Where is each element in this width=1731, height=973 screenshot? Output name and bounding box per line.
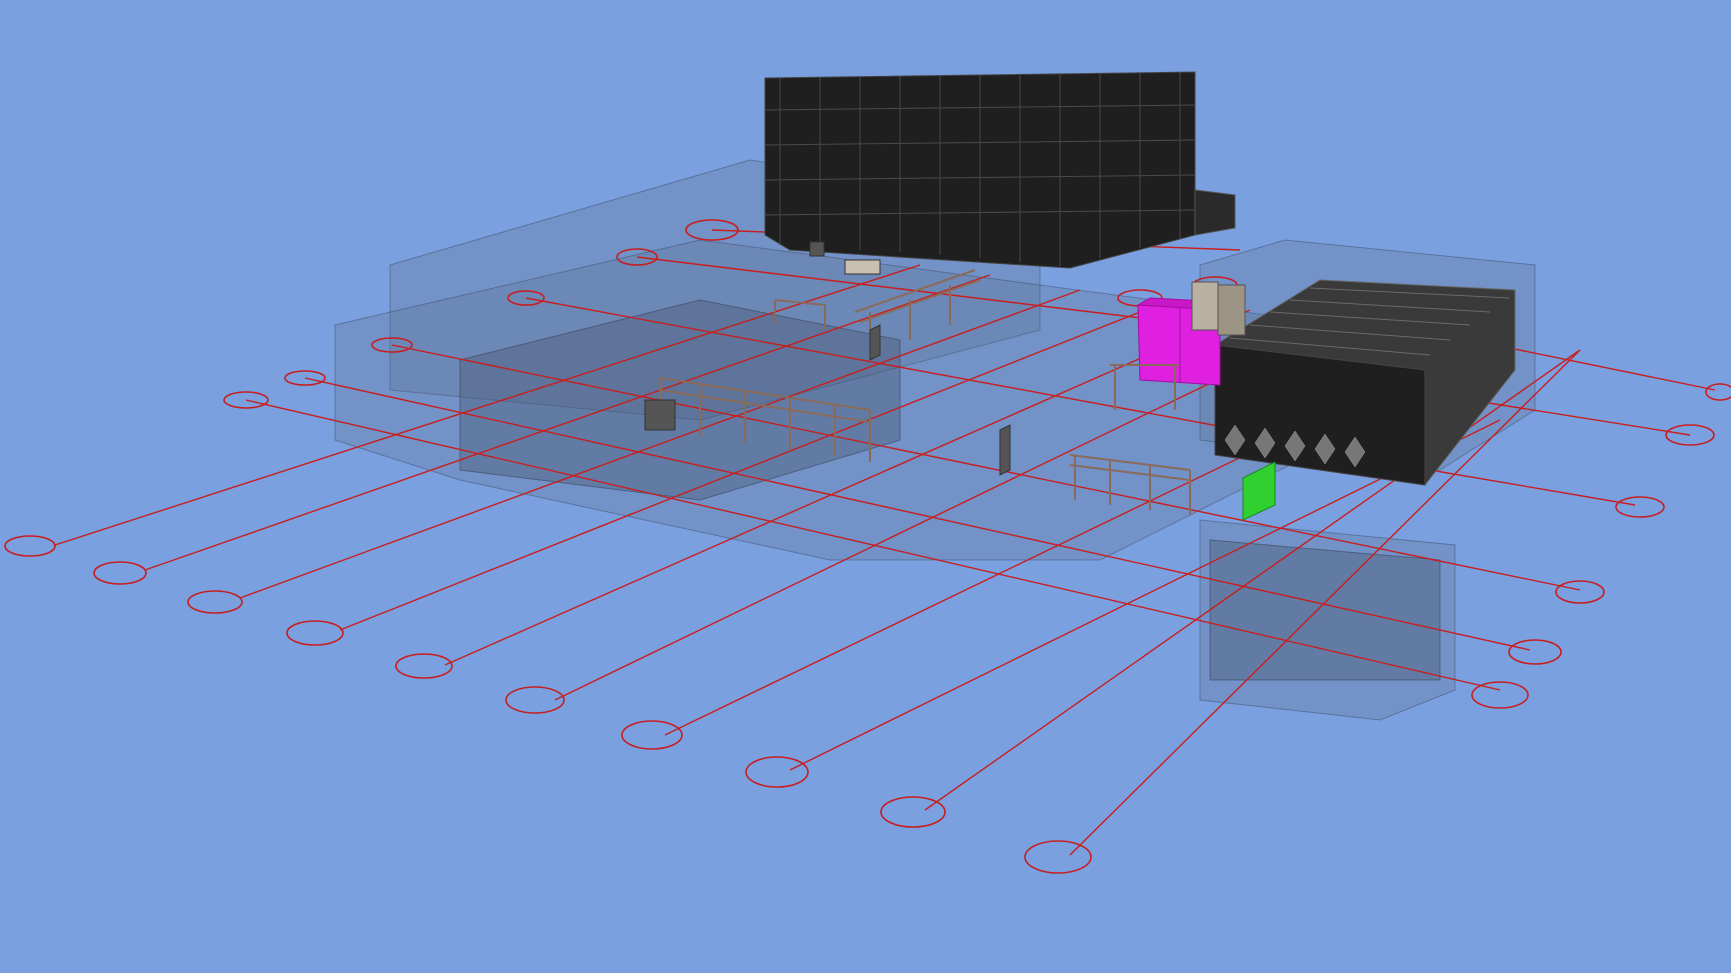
grid-bubble-icon	[1555, 580, 1605, 604]
grid-bubble-icon	[745, 756, 809, 788]
grid-bubble-icon	[4, 535, 56, 557]
grid-bubble-icon	[395, 653, 453, 679]
3d-model-viewport[interactable]	[0, 0, 1731, 973]
grid-bubble-icon	[880, 796, 946, 828]
high-bay-warehouse[interactable]	[764, 71, 1236, 269]
bim-scene[interactable]	[0, 0, 1731, 973]
grid-bubble-icon	[1024, 840, 1092, 874]
grid-bubble-icon	[1471, 681, 1529, 709]
grid-bubble-icon	[1705, 383, 1731, 401]
grid-bubble-icon	[187, 590, 243, 614]
grid-bubble-icon	[93, 561, 147, 585]
cabinet-units[interactable]	[1191, 281, 1246, 336]
grid-bubble-icon	[1508, 639, 1562, 665]
grid-bubble-icon	[286, 620, 344, 646]
grid-bubble-icon	[621, 720, 683, 750]
grid-bubble-icon	[1615, 496, 1665, 518]
